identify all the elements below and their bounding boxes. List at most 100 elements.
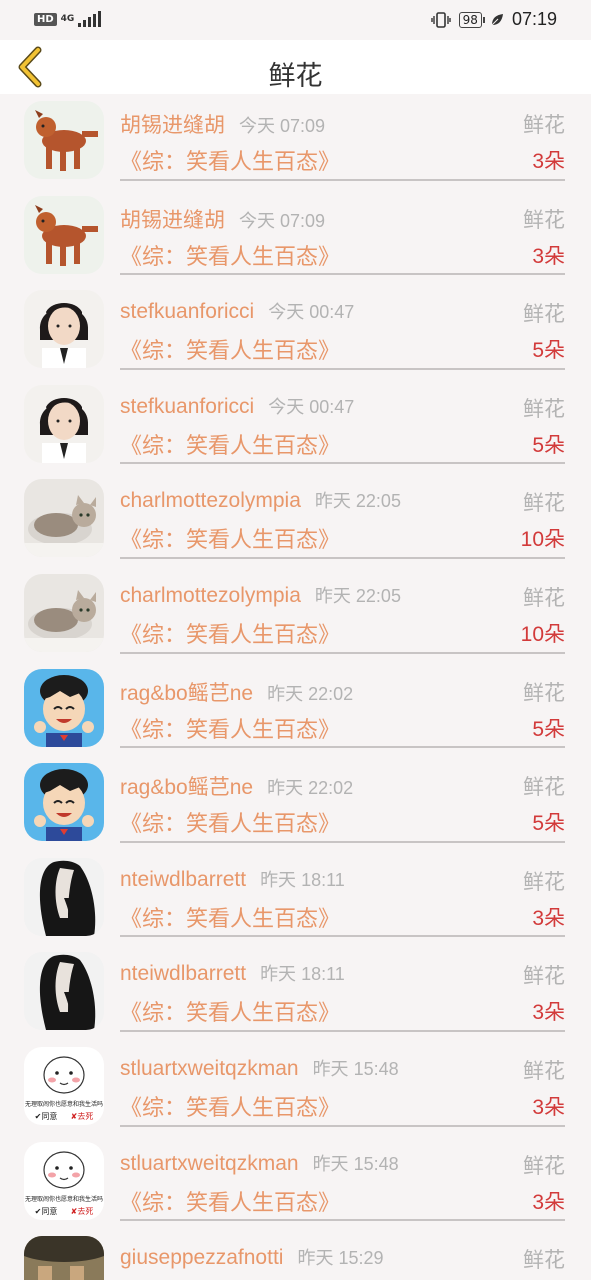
divider xyxy=(120,1124,565,1127)
gift-type: 鲜花 xyxy=(523,1153,565,1178)
divider xyxy=(120,462,565,465)
list-item[interactable]: nteiwdlbarrett 昨天 18:11 鲜花 《综：笑看人生百态》 3朵 xyxy=(0,945,591,1040)
username: rag&bo鳐芑ne 昨天 22:02 xyxy=(120,677,353,707)
signal-icon xyxy=(78,11,102,27)
list-item[interactable]: 无理取闹你也愿意和我生活吗 ✔同意 ✘去死 stluartxweitqzkman 昨天 … xyxy=(0,1135,591,1230)
avatar[interactable] xyxy=(24,101,104,179)
gift-count: 10朵 xyxy=(520,622,565,646)
book-title[interactable]: 《综：笑看人生百态》 xyxy=(120,1090,340,1122)
book-title[interactable]: 《综：笑看人生百态》 xyxy=(120,995,340,1027)
timestamp: 昨天 15:48 xyxy=(312,1058,399,1079)
book-title[interactable]: 《综：笑看人生百态》 xyxy=(120,712,340,744)
gift-count: 5朵 xyxy=(532,339,565,363)
timestamp: 今天 00:47 xyxy=(268,302,355,323)
username: 胡锡进缝胡 今天 07:09 xyxy=(120,204,325,234)
username-text: nteiwdlbarrett xyxy=(120,962,247,986)
book-title[interactable]: 《综：笑看人生百态》 xyxy=(120,901,340,933)
gift-type: 鲜花 xyxy=(523,113,565,137)
gift-type: 鲜花 xyxy=(523,964,565,989)
avatar[interactable] xyxy=(24,668,104,747)
list-item[interactable]: rag&bo鳐芑ne 昨天 22:02 鲜花《综：笑看人生百态》 5朵 xyxy=(0,662,591,757)
list-item[interactable]: 胡锡进缝胡 今天 07:09 鲜花《综：笑看人生百态》 3朵 xyxy=(0,94,591,189)
timestamp: 昨天 22:02 xyxy=(267,683,354,704)
gift-list: 胡锡进缝胡 今天 07:09 鲜花 《综：笑看人生百态》 3朵 胡锡进缝胡 今天 07:0… xyxy=(0,94,591,1280)
avatar[interactable]: 无理取闹你也愿意和我生活吗 ✔同意 ✘去死 xyxy=(24,1046,104,1125)
timestamp: 昨天 18:11 xyxy=(260,964,345,985)
gift-type: 鲜花 xyxy=(523,1248,565,1273)
gift-type: 鲜花 xyxy=(523,775,565,800)
meme-caption: 无理取闹你也愿意和我生活吗 xyxy=(25,1195,103,1203)
status-bar: HD 4G 98 07:19 xyxy=(0,0,591,40)
timestamp: 今天 00:47 xyxy=(268,396,355,417)
meme-caption: 无理取闹你也愿意和我生活吗 xyxy=(25,1100,103,1108)
username: charlmottezolympia 昨天 22:05 xyxy=(120,582,401,608)
book-title[interactable]: 《综：笑看人生百态》 xyxy=(120,239,340,271)
gift-type: 鲜花 xyxy=(523,1058,565,1083)
list-item[interactable]: stefkuanforicci 今天 00:47 鲜花 《综：笑看人生百态》 5朵 xyxy=(0,378,591,473)
book-title[interactable]: 《综：笑看人生百态》 xyxy=(120,806,340,838)
list-item[interactable]: giuseppezzafnotti 昨天 15:29 鲜花 xyxy=(0,1229,591,1280)
username-text: stefkuanforicci xyxy=(120,394,255,418)
book-title[interactable]: 《综：笑看人生百态》 xyxy=(120,617,340,649)
timestamp: 昨天 22:02 xyxy=(267,778,354,799)
list-item[interactable]: 无理取闹你也愿意和我生活吗 ✔同意 ✘去死 stluartxweitqzkman 昨天 … xyxy=(0,1040,591,1135)
gift-type: 鲜花 xyxy=(523,585,565,610)
username: charlmottezolympia 昨天 22:05 xyxy=(120,487,401,513)
gift-count: 3朵 xyxy=(532,1095,565,1119)
page-title: 鲜花 xyxy=(268,61,323,92)
username-text: 胡锡进缝胡 xyxy=(120,114,225,137)
avatar[interactable] xyxy=(24,479,104,558)
avatar[interactable] xyxy=(24,384,104,463)
gift-type: 鲜花 xyxy=(523,396,565,421)
gift-count: 5朵 xyxy=(532,812,565,836)
gift-count: 3朵 xyxy=(532,150,565,173)
avatar[interactable] xyxy=(24,290,104,369)
divider xyxy=(120,746,565,749)
username-text: 胡锡进缝胡 xyxy=(120,208,225,232)
gift-count: 5朵 xyxy=(532,717,565,741)
divider xyxy=(120,367,565,370)
gift-count: 10朵 xyxy=(520,528,565,552)
meme-no: ✘去死 xyxy=(71,1206,94,1216)
list-item[interactable]: charlmottezolympia 昨天 22:05 鲜花《综：笑看人生百态》 10… xyxy=(0,567,591,662)
username-text: stefkuanforicci xyxy=(120,300,255,324)
divider xyxy=(120,651,565,654)
gift-type: 鲜花 xyxy=(523,302,565,327)
avatar[interactable] xyxy=(24,195,104,274)
avatar[interactable] xyxy=(24,952,104,1031)
list-item[interactable]: charlmottezolympia 昨天 22:05 鲜花 《综：笑看人生百态》 10… xyxy=(0,472,591,567)
list-item[interactable]: rag&bo鳐芑ne 昨天 22:02 鲜花《综：笑看人生百态》 5朵 xyxy=(0,756,591,851)
username-text: rag&bo鳐芑ne xyxy=(120,776,254,800)
gift-type: 鲜花 xyxy=(523,680,565,705)
list-item[interactable]: 胡锡进缝胡 今天 07:09 鲜花 《综：笑看人生百态》 3朵 xyxy=(0,189,591,284)
hd-icon: HD xyxy=(34,12,57,26)
username-text: stluartxweitqzkman xyxy=(120,1056,299,1080)
clock: 07:19 xyxy=(511,9,557,29)
avatar[interactable] xyxy=(24,573,104,652)
divider xyxy=(120,840,565,843)
avatar[interactable] xyxy=(24,1236,104,1280)
avatar[interactable] xyxy=(24,763,104,842)
vibrate-icon xyxy=(430,11,451,28)
divider xyxy=(120,273,565,276)
book-title[interactable]: 《综：笑看人生百态》 xyxy=(120,522,340,554)
list-item[interactable]: stefkuanforicci 今天 00:47 鲜花《综：笑看人生百态》 5朵 xyxy=(0,283,591,378)
book-title[interactable]: 《综：笑看人生百态》 xyxy=(120,1185,340,1217)
divider xyxy=(120,178,565,181)
avatar[interactable] xyxy=(24,857,104,936)
gift-type: 鲜花 xyxy=(523,869,565,894)
meme-no: ✘去死 xyxy=(71,1111,94,1121)
book-title[interactable]: 《综：笑看人生百态》 xyxy=(120,144,340,176)
avatar[interactable]: 无理取闹你也愿意和我生活吗 ✔同意 ✘去死 xyxy=(24,1141,104,1220)
book-title[interactable]: 《综：笑看人生百态》 xyxy=(120,428,340,460)
timestamp: 昨天 15:48 xyxy=(312,1153,399,1174)
divider xyxy=(120,935,565,938)
username: nteiwdlbarrett 昨天 18:11 xyxy=(120,866,345,892)
timestamp: 今天 07:09 xyxy=(239,116,326,136)
gift-count: 3朵 xyxy=(532,906,565,930)
book-title[interactable]: 《综：笑看人生百态》 xyxy=(120,333,340,365)
nav-bar: 鲜花 xyxy=(0,40,591,94)
list-item[interactable]: nteiwdlbarrett 昨天 18:11 鲜花《综：笑看人生百态》 3朵 xyxy=(0,851,591,946)
network-label: 4G xyxy=(60,14,75,24)
divider xyxy=(120,1219,565,1222)
